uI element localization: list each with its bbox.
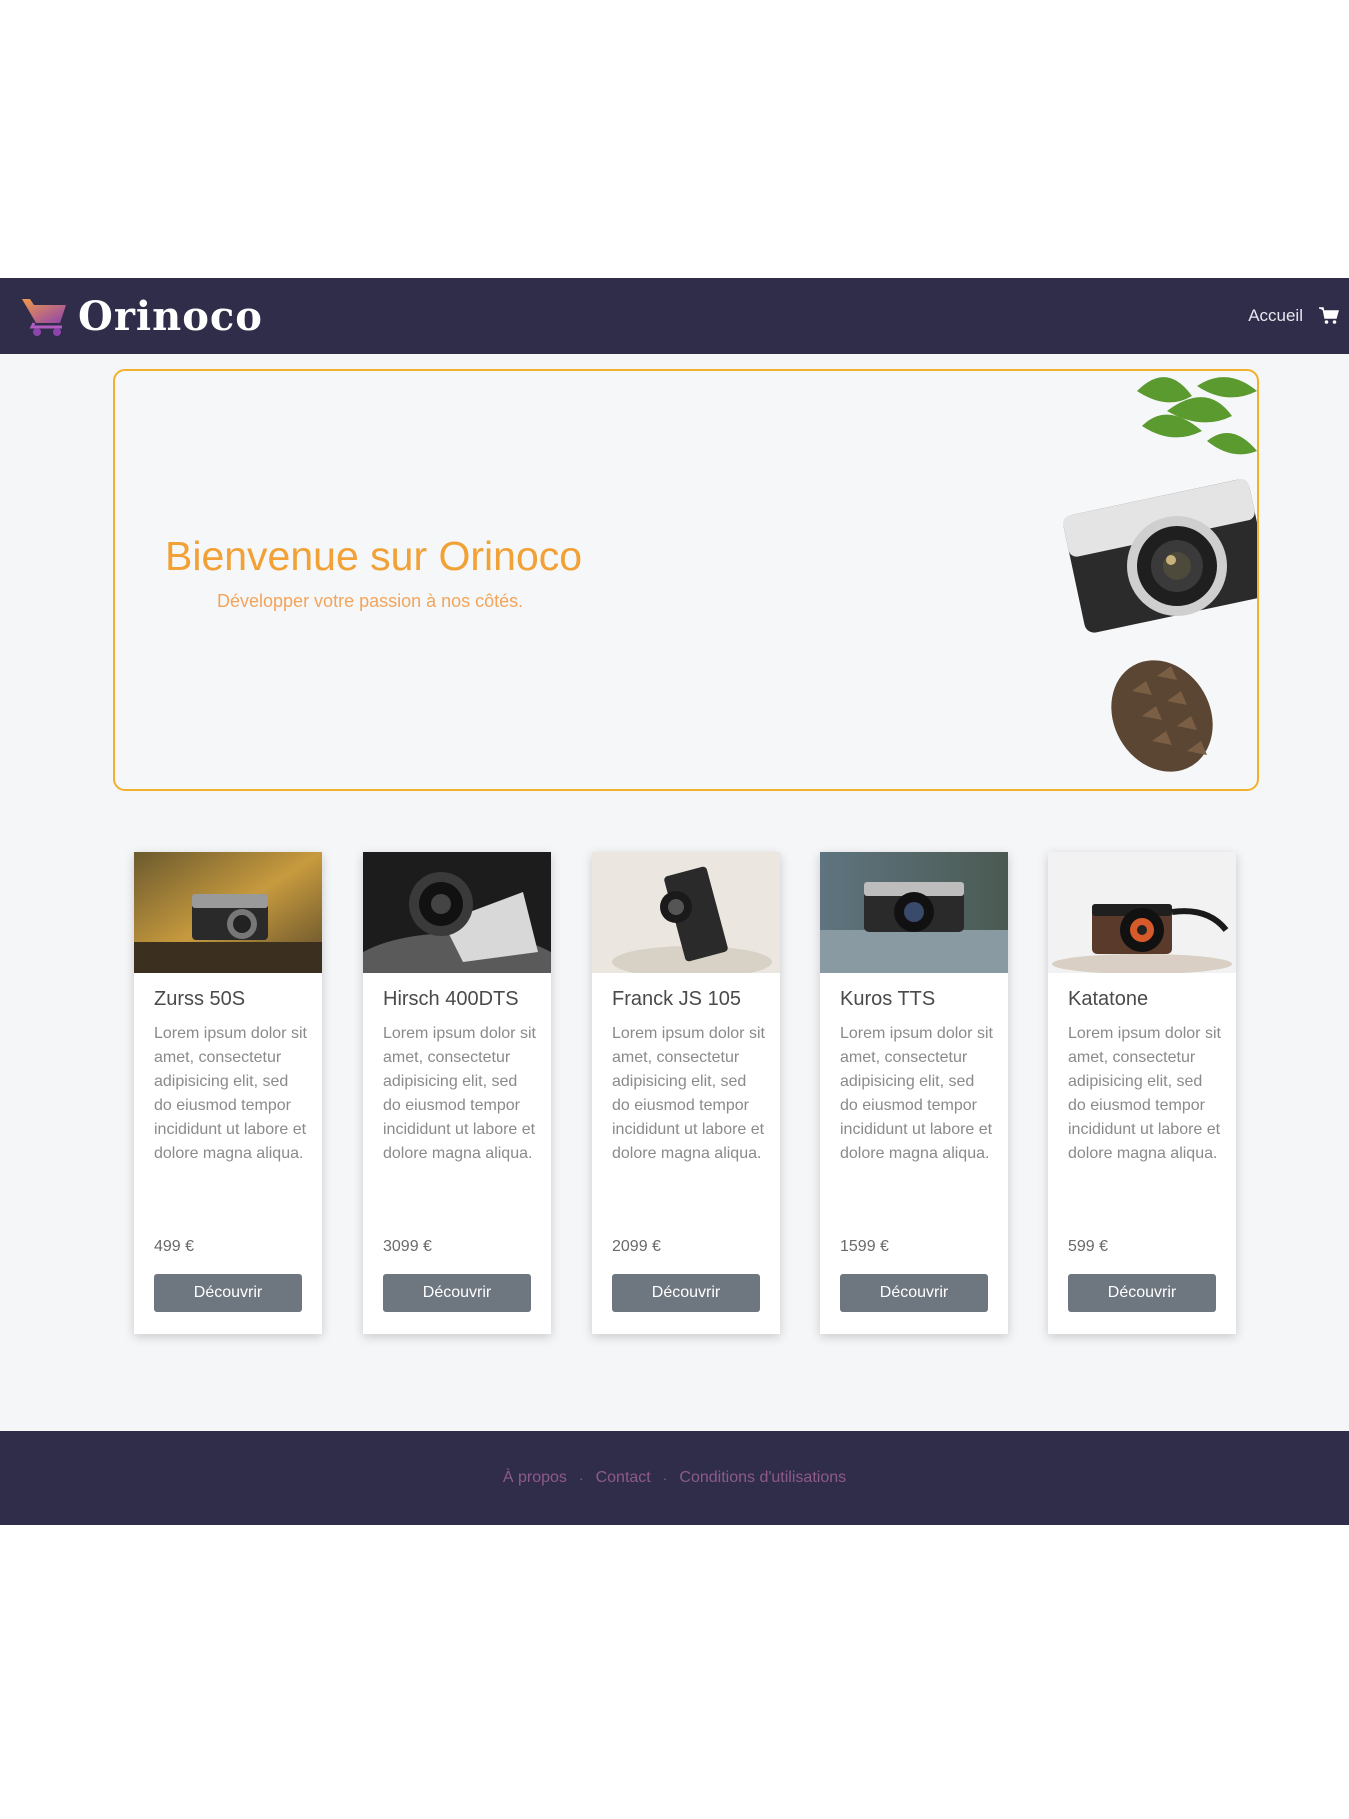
brand[interactable]: Orinoco (20, 293, 263, 340)
product-price: 3099 € (383, 1238, 432, 1255)
brand-name: Orinoco (78, 292, 263, 340)
product-name: Kuros TTS (840, 988, 936, 1010)
nav-link-home[interactable]: Accueil (1248, 306, 1303, 326)
product-description: Lorem ipsum dolor sit amet, consectetur … (1068, 1025, 1221, 1162)
product-card: Hirsch 400DTS Lorem ipsum dolor sit amet… (363, 852, 551, 1334)
discover-button[interactable]: Découvrir (383, 1274, 531, 1312)
hero-banner: Bienvenue sur Orinoco Développer votre p… (113, 369, 1259, 791)
product-price: 2099 € (612, 1238, 661, 1255)
discover-button[interactable]: Découvrir (612, 1274, 760, 1312)
discover-button[interactable]: Découvrir (154, 1274, 302, 1312)
product-price: 499 € (154, 1238, 195, 1255)
hero-camera-image (1063, 377, 1257, 772)
product-name: Hirsch 400DTS (383, 988, 519, 1010)
product-name: Zurss 50S (154, 988, 246, 1010)
product-image[interactable] (134, 852, 322, 973)
cart-icon[interactable] (1319, 307, 1339, 325)
product-image[interactable] (820, 852, 1008, 973)
product-description: Lorem ipsum dolor sit amet, consectetur … (840, 1025, 993, 1162)
product-name: Franck JS 105 (612, 988, 741, 1010)
product-image[interactable] (1048, 852, 1236, 973)
product-card: Kuros TTS Lorem ipsum dolor sit amet, co… (820, 852, 1008, 1334)
discover-button[interactable]: Découvrir (840, 1274, 988, 1312)
footer-link-about[interactable]: À propos (503, 1469, 567, 1487)
product-description: Lorem ipsum dolor sit amet, consectetur … (154, 1025, 307, 1162)
footer-separator: · (662, 1470, 668, 1486)
hero-subtitle: Développer votre passion à nos côtés. (217, 591, 524, 611)
product-card: Franck JS 105 Lorem ipsum dolor sit amet… (592, 852, 780, 1334)
product-image[interactable] (363, 852, 551, 973)
product-image[interactable] (592, 852, 780, 973)
discover-button[interactable]: Découvrir (1068, 1274, 1216, 1312)
product-description: Lorem ipsum dolor sit amet, consectetur … (612, 1025, 765, 1162)
product-description: Lorem ipsum dolor sit amet, consectetur … (383, 1025, 536, 1162)
main-content: Bienvenue sur Orinoco Développer votre p… (0, 354, 1349, 1431)
product-price: 1599 € (840, 1238, 889, 1255)
footer-link-terms[interactable]: Conditions d'utilisations (679, 1469, 846, 1487)
footer-link-contact[interactable]: Contact (596, 1469, 651, 1487)
product-card: Zurss 50S Lorem ipsum dolor sit amet, co… (134, 852, 322, 1334)
product-list: Zurss 50S Lorem ipsum dolor sit amet, co… (134, 852, 1236, 1334)
cart-logo-icon (22, 299, 66, 336)
top-navbar: Orinoco Accueil (0, 278, 1349, 354)
product-card: Katatone Lorem ipsum dolor sit amet, con… (1048, 852, 1236, 1334)
product-name: Katatone (1068, 988, 1149, 1010)
footer-separator: · (578, 1470, 584, 1486)
hero-title: Bienvenue sur Orinoco (165, 533, 583, 579)
nav-menu: Accueil (1248, 306, 1339, 326)
product-price: 599 € (1068, 1238, 1109, 1255)
footer: À propos · Contact · Conditions d'utilis… (0, 1431, 1349, 1525)
